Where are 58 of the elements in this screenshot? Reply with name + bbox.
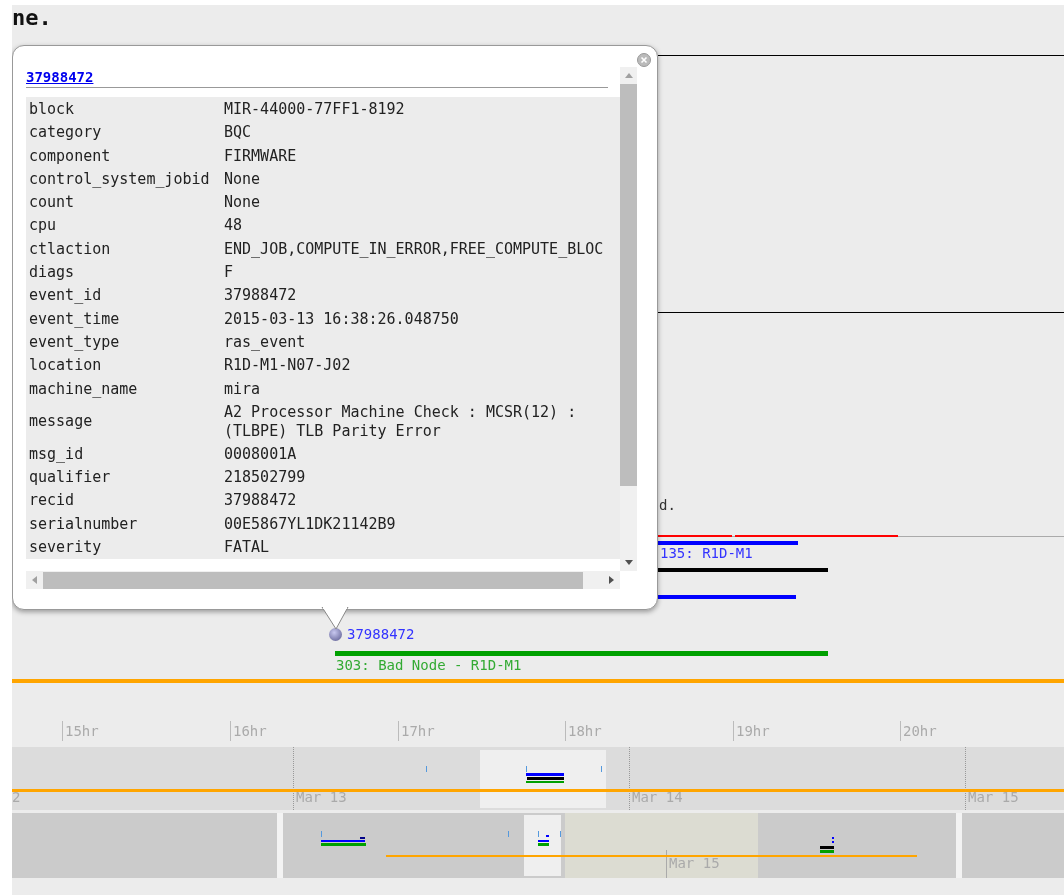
- field-name: event_id: [28, 285, 103, 307]
- event-label: 135: R1D-M1: [660, 545, 753, 561]
- field-name: category: [28, 122, 103, 144]
- field-value: 218502799: [224, 467, 307, 489]
- field-value: mira: [224, 378, 262, 400]
- scrollbar-thumb[interactable]: [620, 84, 637, 486]
- event-dot-icon: [329, 628, 342, 641]
- field-value: None: [224, 168, 262, 190]
- field-value: 37988472: [224, 285, 298, 307]
- event-label: 37988472: [347, 626, 415, 642]
- field-name: block: [28, 99, 76, 120]
- hour-label: 18hr: [568, 723, 602, 739]
- field-value: BQC: [224, 122, 253, 144]
- vertical-scrollbar[interactable]: [620, 67, 637, 571]
- field-value: 00E5867YL1DK21142B9: [224, 513, 397, 535]
- event-marks-drawing: [321, 831, 366, 846]
- field-name: cpu: [28, 215, 58, 237]
- event-marks-drawing: [820, 837, 834, 853]
- field-value: None: [224, 192, 262, 214]
- field-name: machine_name: [28, 378, 139, 400]
- field-name: qualifier: [28, 467, 112, 489]
- event-label: d.: [659, 497, 676, 513]
- hour-label: 17hr: [401, 723, 435, 739]
- field-name: event_type: [28, 331, 121, 353]
- hour-label: 20hr: [903, 723, 937, 739]
- field-value: 37988472: [224, 490, 298, 512]
- hour-label: 16hr: [233, 723, 267, 739]
- field-name: count: [28, 192, 76, 214]
- hour-label: 15hr: [65, 723, 99, 739]
- field-value: END_JOB,COMPUTE_IN_ERROR,FREE_COMPUTE_BLOC: [224, 238, 604, 260]
- field-name: component: [28, 145, 112, 167]
- field-value: FIRMWARE: [224, 145, 298, 167]
- page-heading: ne.: [12, 5, 52, 31]
- field-value: FATAL: [224, 537, 271, 559]
- field-name: diags: [28, 262, 76, 284]
- event-label: 303: Bad Node - R1D-M1: [336, 657, 522, 673]
- event-link[interactable]: 37988472: [26, 69, 94, 85]
- visible-range: [524, 815, 561, 876]
- field-name: recid: [28, 490, 76, 512]
- close-icon[interactable]: [637, 53, 651, 67]
- field-name: severity: [28, 537, 103, 559]
- field-value: 2015-03-13 16:38:26.048750: [224, 308, 460, 330]
- field-name: msg_id: [28, 443, 85, 465]
- field-value: 0008001A: [224, 443, 298, 465]
- field-name: location: [28, 355, 103, 377]
- event-marks-drawing: [538, 831, 561, 846]
- field-name: event_time: [28, 308, 121, 330]
- field-value: 48: [224, 215, 244, 237]
- field-name: control_system_jobid: [28, 168, 211, 190]
- field-value: ras_event: [224, 331, 307, 353]
- field-name: message: [28, 411, 94, 433]
- field-value: A2 Processor Machine Check : MCSR(12) : (TLBPE) TLB Parity Error: [224, 401, 578, 442]
- field-name: ctlaction: [28, 238, 112, 260]
- field-value: MIR-44000-77FF1-8192: [224, 99, 406, 120]
- field-name: serialnumber: [28, 513, 139, 535]
- field-value: R1D-M1-N07-J02: [224, 355, 352, 377]
- field-value: F: [224, 262, 235, 284]
- hour-label: 19hr: [736, 723, 770, 739]
